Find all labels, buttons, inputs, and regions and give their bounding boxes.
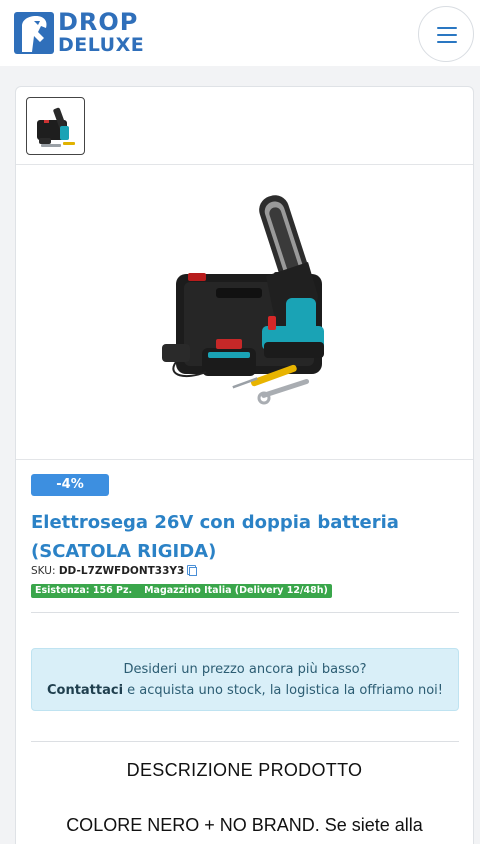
contact-link[interactable]: Contattaci xyxy=(47,683,123,698)
product-thumbnail[interactable] xyxy=(26,97,85,155)
alert-line-1: Desideri un prezzo ancora più basso? xyxy=(123,662,367,677)
chainsaw-kit-image xyxy=(162,195,324,405)
hamburger-icon-line xyxy=(437,41,457,43)
divider xyxy=(31,741,459,742)
sku-line: SKU: DD-L7ZWFDONT33Y3 xyxy=(31,565,198,577)
hamburger-icon-line xyxy=(437,27,457,29)
product-title: Elettrosega 26V con doppia batteria (SCA… xyxy=(31,512,399,562)
chainsaw-kit-thumbnail-image xyxy=(37,107,75,147)
divider xyxy=(31,612,459,613)
logo-line-2: DELUXE xyxy=(58,34,145,56)
alert-line-2-text: e acquista uno stock, la logistica la of… xyxy=(123,683,444,698)
menu-button[interactable] xyxy=(418,6,474,62)
sku-value: DD-L7ZWFDONT33Y3 xyxy=(58,565,185,577)
site-header: DROP DELUXE xyxy=(0,0,480,66)
copy-icon[interactable] xyxy=(187,565,198,576)
stock-quantity: Esistenza: 156 Pz. xyxy=(35,585,133,596)
main-product-image[interactable] xyxy=(16,166,473,460)
hamburger-icon-line xyxy=(437,34,457,36)
warehouse-info: Magazzino Italia (Delivery 12/48h) xyxy=(144,585,328,596)
alert-line-2: Contattaci e acquista uno stock, la logi… xyxy=(32,680,458,701)
description-text: COLORE NERO + NO BRAND. Se siete alla xyxy=(66,815,423,835)
discount-badge: -4% xyxy=(31,474,109,496)
sku-label: SKU: xyxy=(31,565,56,577)
description-heading: DESCRIZIONE PRODOTTO xyxy=(126,760,363,780)
logo-line-1: DROP xyxy=(58,8,139,36)
horse-logo-icon xyxy=(14,12,54,54)
product-card: -4% Elettrosega 26V con doppia batteria … xyxy=(15,86,474,844)
logo-text: DROP DELUXE xyxy=(58,10,144,56)
contact-alert: Desideri un prezzo ancora più basso? Con… xyxy=(31,648,459,711)
thumbnail-strip xyxy=(16,87,473,165)
site-logo[interactable]: DROP DELUXE xyxy=(14,10,144,56)
stock-badge: Esistenza: 156 Pz. Magazzino Italia (Deli… xyxy=(31,584,332,598)
